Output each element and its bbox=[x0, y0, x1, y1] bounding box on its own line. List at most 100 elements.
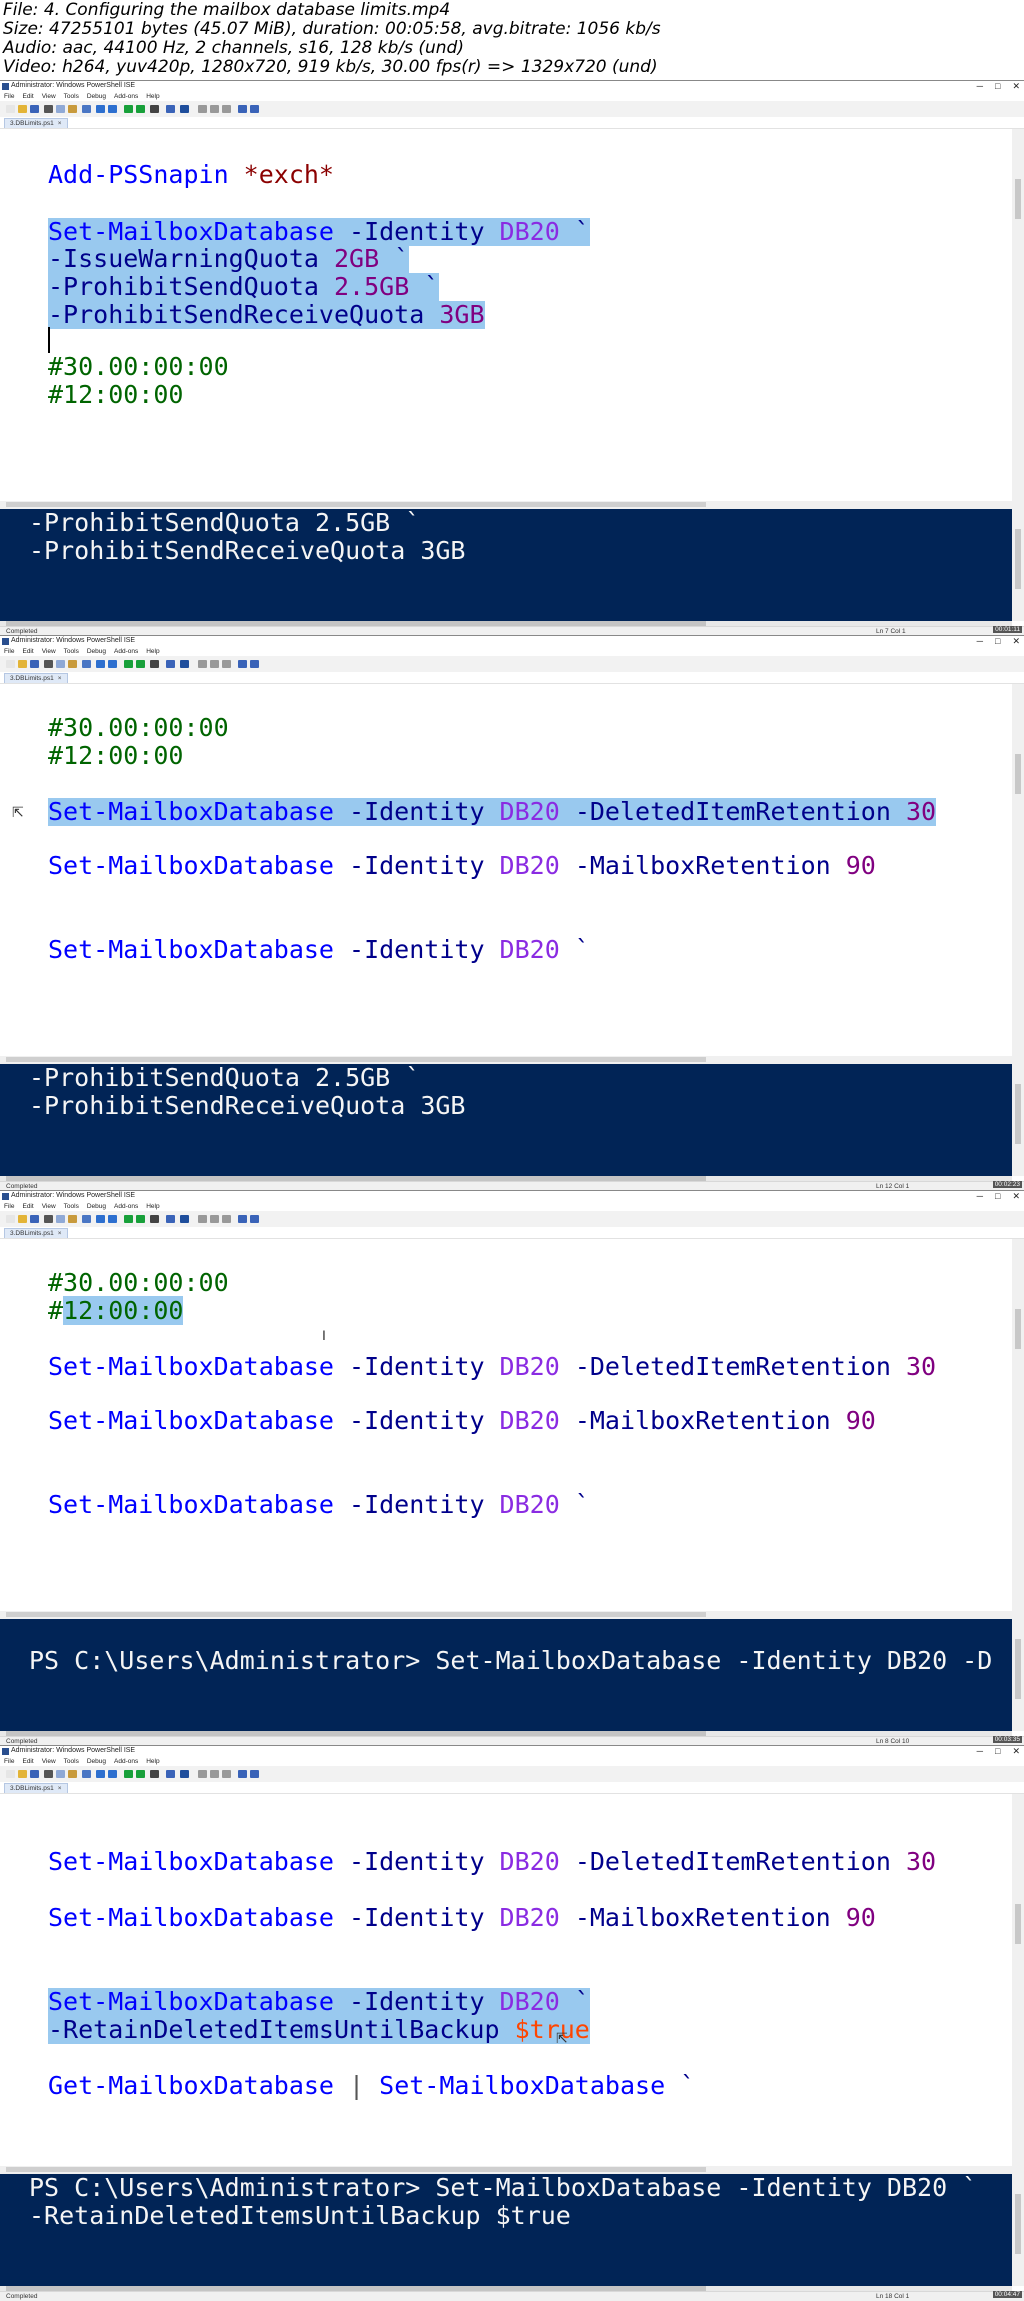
script-editor[interactable]: #30.00:00:00 #12:00:00 Set-MailboxDatabase… bbox=[0, 684, 1012, 1056]
editor-horizontal-scroll[interactable] bbox=[6, 502, 706, 507]
layout-right-icon[interactable] bbox=[210, 105, 219, 113]
console-scrollbar[interactable] bbox=[1012, 509, 1024, 621]
menu-file[interactable]: File bbox=[4, 647, 14, 656]
layout-right-icon[interactable] bbox=[210, 1770, 219, 1778]
stop-icon[interactable] bbox=[150, 1770, 159, 1778]
minimize-button[interactable]: ─ bbox=[977, 81, 983, 92]
layout-right-icon[interactable] bbox=[210, 660, 219, 668]
pane-splitter[interactable] bbox=[0, 1056, 1024, 1064]
console-pane[interactable]: PS C:\Users\Administrator> Set-MailboxDa… bbox=[0, 1619, 1012, 1731]
undo-icon[interactable] bbox=[96, 105, 105, 113]
undo-icon[interactable] bbox=[96, 660, 105, 668]
console-pane[interactable]: PS C:\Users\Administrator> Set-MailboxDa… bbox=[0, 2174, 1012, 2286]
undo-icon[interactable] bbox=[96, 1770, 105, 1778]
remote-icon[interactable] bbox=[166, 1215, 175, 1223]
script-editor[interactable]: #30.00:00:00 #12:00:00 Set-MailboxDatabase… bbox=[0, 1239, 1012, 1611]
menu-view[interactable]: View bbox=[42, 1757, 56, 1766]
layout-max-icon[interactable] bbox=[222, 660, 231, 668]
run-selection-icon[interactable] bbox=[136, 1770, 145, 1778]
save-icon[interactable] bbox=[30, 105, 39, 113]
editor-horizontal-scroll[interactable] bbox=[6, 1057, 706, 1062]
powershell-icon[interactable] bbox=[180, 1770, 189, 1778]
show-commands-icon[interactable] bbox=[238, 660, 247, 668]
menu-help[interactable]: Help bbox=[146, 1202, 159, 1211]
console-scrollbar[interactable] bbox=[1012, 2174, 1024, 2286]
menu-tools[interactable]: Tools bbox=[64, 92, 79, 101]
layout-max-icon[interactable] bbox=[222, 1215, 231, 1223]
menu-edit[interactable]: Edit bbox=[22, 92, 33, 101]
menu-tools[interactable]: Tools bbox=[64, 647, 79, 656]
copy-icon[interactable] bbox=[56, 660, 65, 668]
save-icon[interactable] bbox=[30, 660, 39, 668]
layout-top-icon[interactable] bbox=[198, 105, 207, 113]
open-file-icon[interactable] bbox=[18, 1215, 27, 1223]
layout-max-icon[interactable] bbox=[222, 105, 231, 113]
open-file-icon[interactable] bbox=[18, 1770, 27, 1778]
new-file-icon[interactable] bbox=[6, 1770, 15, 1778]
menu-debug[interactable]: Debug bbox=[87, 647, 106, 656]
menu-addons[interactable]: Add-ons bbox=[114, 647, 138, 656]
tab-close-icon[interactable]: × bbox=[58, 1785, 62, 1792]
remote-icon[interactable] bbox=[166, 1770, 175, 1778]
command-addon-icon[interactable] bbox=[250, 105, 259, 113]
menu-help[interactable]: Help bbox=[146, 1757, 159, 1766]
redo-icon[interactable] bbox=[108, 105, 117, 113]
redo-icon[interactable] bbox=[108, 660, 117, 668]
console-scroll-thumb[interactable] bbox=[1015, 1084, 1021, 1144]
menu-debug[interactable]: Debug bbox=[87, 1202, 106, 1211]
console-scrollbar[interactable] bbox=[1012, 1064, 1024, 1176]
script-tab[interactable]: 3.DBLimits.ps1 × bbox=[4, 1228, 68, 1238]
menu-debug[interactable]: Debug bbox=[87, 1757, 106, 1766]
copy-icon[interactable] bbox=[56, 1215, 65, 1223]
menu-view[interactable]: View bbox=[42, 647, 56, 656]
copy-icon[interactable] bbox=[56, 105, 65, 113]
layout-top-icon[interactable] bbox=[198, 1770, 207, 1778]
stop-icon[interactable] bbox=[150, 660, 159, 668]
minimize-button[interactable]: ─ bbox=[977, 1746, 983, 1757]
open-file-icon[interactable] bbox=[18, 105, 27, 113]
powershell-icon[interactable] bbox=[180, 105, 189, 113]
close-button[interactable]: ✕ bbox=[1012, 1746, 1020, 1757]
menu-addons[interactable]: Add-ons bbox=[114, 1757, 138, 1766]
maximize-button[interactable]: □ bbox=[995, 636, 1000, 647]
menu-edit[interactable]: Edit bbox=[22, 647, 33, 656]
menu-file[interactable]: File bbox=[4, 1757, 14, 1766]
editor-scrollbar[interactable] bbox=[1012, 129, 1024, 501]
console-scroll-thumb[interactable] bbox=[1015, 1639, 1021, 1699]
save-icon[interactable] bbox=[30, 1215, 39, 1223]
console-scroll-thumb[interactable] bbox=[1015, 2194, 1021, 2254]
paste-icon[interactable] bbox=[68, 1215, 77, 1223]
save-icon[interactable] bbox=[30, 1770, 39, 1778]
run-icon[interactable] bbox=[124, 1770, 133, 1778]
maximize-button[interactable]: □ bbox=[995, 81, 1000, 92]
editor-horizontal-scroll[interactable] bbox=[6, 1612, 706, 1617]
redo-icon[interactable] bbox=[108, 1770, 117, 1778]
editor-scrollbar[interactable] bbox=[1012, 1794, 1024, 2166]
script-editor[interactable]: Add-PSSnapin *exch* Set-MailboxDatabase -… bbox=[0, 129, 1012, 501]
menu-edit[interactable]: Edit bbox=[22, 1202, 33, 1211]
console-pane[interactable]: -IssueWarningQuota 2GB `-ProhibitSendQuo… bbox=[0, 509, 1012, 621]
layout-max-icon[interactable] bbox=[222, 1770, 231, 1778]
script-tab[interactable]: 3.DBLimits.ps1 × bbox=[4, 118, 68, 128]
close-button[interactable]: ✕ bbox=[1012, 636, 1020, 647]
pane-splitter[interactable] bbox=[0, 501, 1024, 509]
show-commands-icon[interactable] bbox=[238, 105, 247, 113]
tab-close-icon[interactable]: × bbox=[58, 120, 62, 127]
menu-help[interactable]: Help bbox=[146, 647, 159, 656]
cut-icon[interactable] bbox=[44, 1770, 53, 1778]
paste-icon[interactable] bbox=[68, 1770, 77, 1778]
powershell-icon[interactable] bbox=[180, 660, 189, 668]
tab-close-icon[interactable]: × bbox=[58, 1230, 62, 1237]
new-file-icon[interactable] bbox=[6, 1215, 15, 1223]
menu-view[interactable]: View bbox=[42, 92, 56, 101]
stop-icon[interactable] bbox=[150, 105, 159, 113]
powershell-icon[interactable] bbox=[180, 1215, 189, 1223]
clear-icon[interactable] bbox=[82, 1215, 91, 1223]
cut-icon[interactable] bbox=[44, 1215, 53, 1223]
command-addon-icon[interactable] bbox=[250, 1770, 259, 1778]
run-selection-icon[interactable] bbox=[136, 105, 145, 113]
editor-scroll-thumb[interactable] bbox=[1015, 1904, 1021, 1944]
script-tab[interactable]: 3.DBLimits.ps1 × bbox=[4, 673, 68, 683]
editor-scrollbar[interactable] bbox=[1012, 684, 1024, 1056]
pane-splitter[interactable] bbox=[0, 2166, 1024, 2174]
